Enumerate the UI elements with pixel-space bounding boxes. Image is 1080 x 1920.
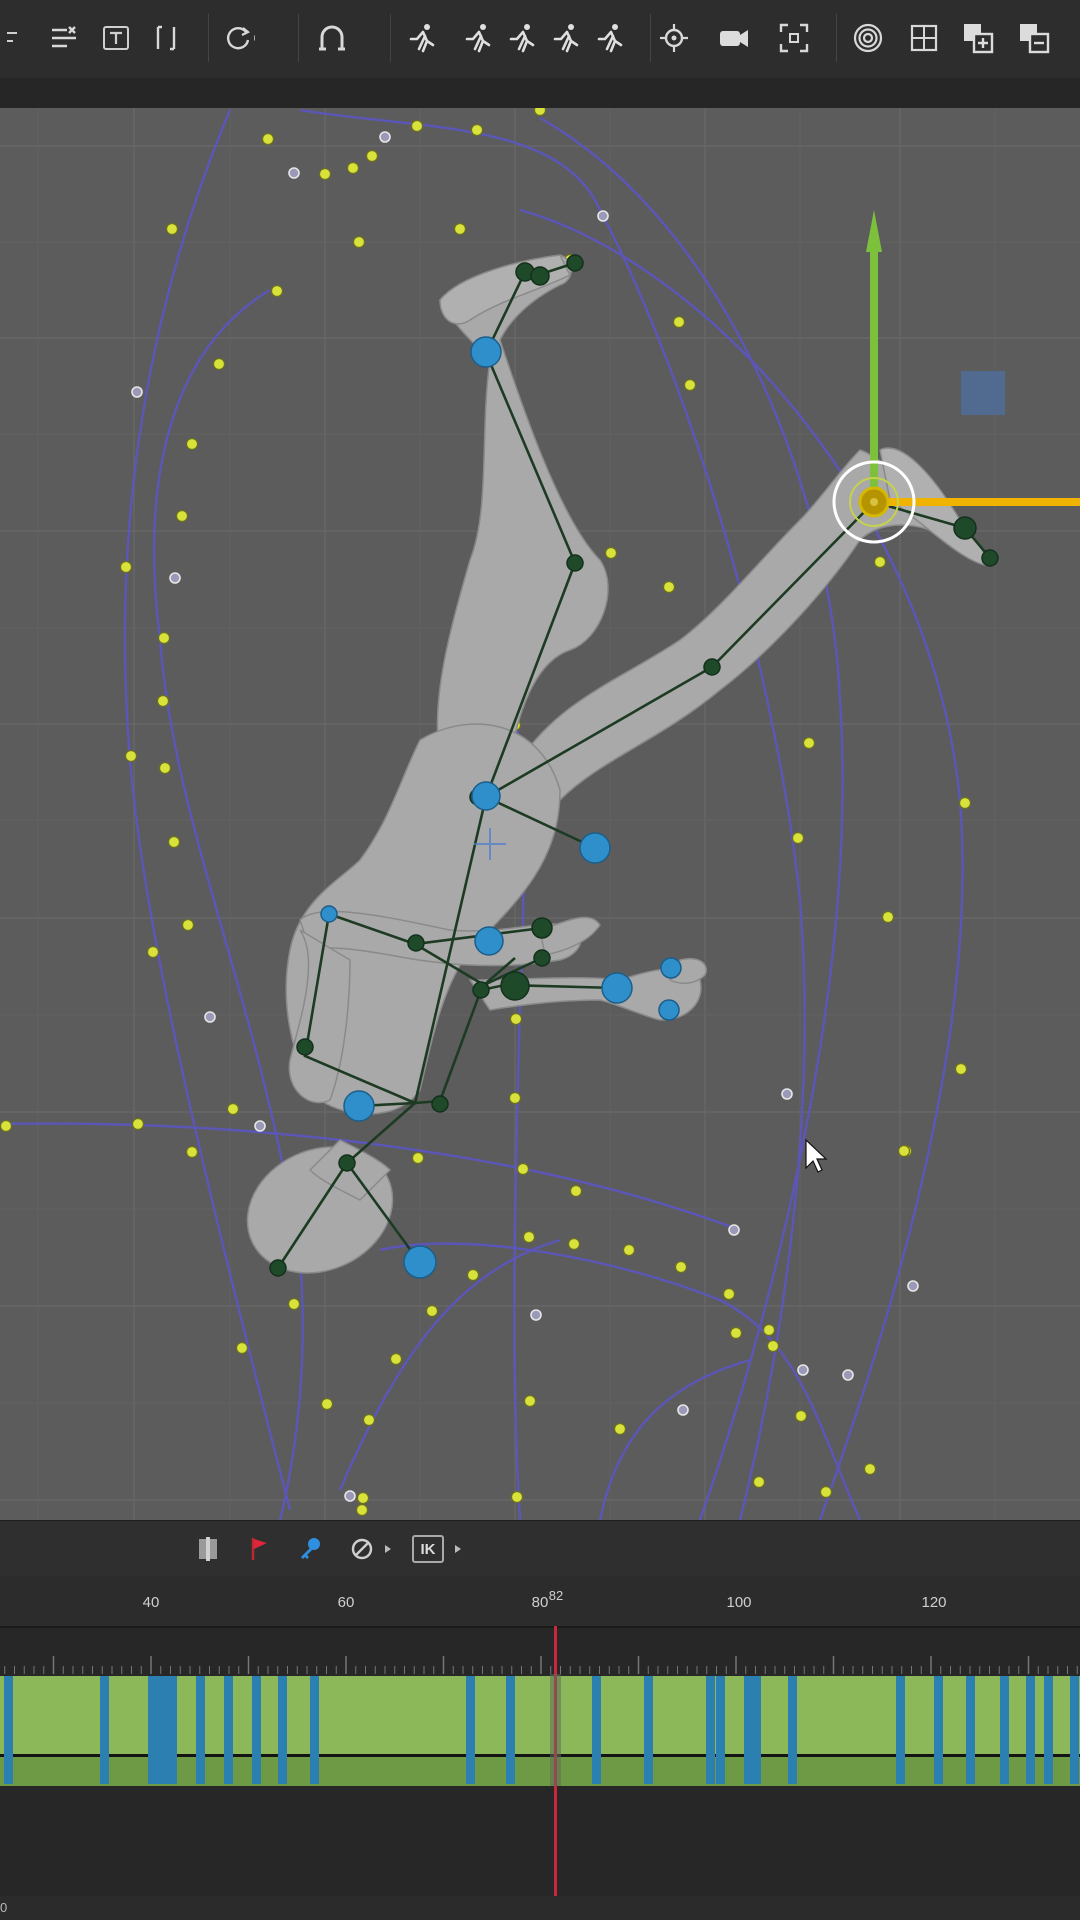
keyframe-bar: [752, 1676, 761, 1784]
keyframe-bar: [100, 1676, 109, 1784]
current-frame-label: 82: [548, 1588, 564, 1603]
key-icon[interactable]: [290, 1529, 330, 1569]
main-toolbar: [0, 0, 1080, 79]
flag-icon[interactable]: [240, 1529, 280, 1569]
grid-icon[interactable]: [904, 17, 944, 59]
timeline-ruler[interactable]: 40 60 80 100 120 82: [0, 1576, 1080, 1626]
keyframe-bar: [592, 1676, 601, 1784]
viewport-scene: [0, 108, 1080, 1520]
status-bar: 0: [0, 1896, 1080, 1920]
keyframe-bar: [1070, 1676, 1079, 1784]
keyframe-bar: [252, 1676, 261, 1784]
keyframe-bar: [644, 1676, 653, 1784]
mouse-cursor-icon: [805, 1138, 828, 1173]
tick-label-120: 120: [921, 1594, 947, 1611]
keyframe-bar: [4, 1676, 13, 1784]
keyframe-bar: [310, 1676, 319, 1784]
bracket-icon[interactable]: [146, 17, 186, 59]
animation-toolbar: IK: [0, 1520, 1080, 1577]
keyframe-bar: [1000, 1676, 1009, 1784]
frame-icon[interactable]: [774, 17, 814, 59]
curve-filter-icon[interactable]: [44, 17, 84, 59]
bookmark-icon[interactable]: [188, 1529, 228, 1569]
tick-label-80: 80: [531, 1594, 549, 1611]
tick-label-40: 40: [142, 1594, 160, 1611]
snap-icon[interactable]: [0, 17, 40, 59]
keyframe-bar: [934, 1676, 943, 1784]
run-pose-2-icon[interactable]: [458, 17, 498, 59]
spiral-icon[interactable]: [848, 17, 888, 59]
rotate-icon[interactable]: [218, 17, 258, 59]
keyframe-bar: [706, 1676, 715, 1784]
transform-gizmo: [832, 210, 1080, 544]
keyframe-bar: [278, 1676, 287, 1784]
timeline-panel[interactable]: 40 60 80 100 120 82: [0, 1576, 1080, 1896]
keyframe-bar: [148, 1676, 157, 1784]
viewport-3d[interactable]: [0, 108, 1080, 1520]
ruler-minor-ticks: [4, 1656, 1078, 1674]
magnet-icon[interactable]: [312, 17, 352, 59]
ik-label: IK: [412, 1535, 444, 1563]
run-pose-4-icon[interactable]: [546, 17, 586, 59]
tick-label-60: 60: [337, 1594, 355, 1611]
target-icon[interactable]: [654, 17, 694, 59]
skeleton-joints: [269, 254, 999, 1277]
tick-label-100: 100: [726, 1594, 752, 1611]
keyframe-bar: [966, 1676, 975, 1784]
timeline-tracks[interactable]: [0, 1626, 1080, 1896]
toolbar-spacer: [0, 78, 1080, 108]
keyframe-bar: [744, 1676, 753, 1784]
text-icon[interactable]: [96, 17, 136, 59]
add-layer-icon[interactable]: [958, 17, 998, 59]
run-pose-3-icon[interactable]: [502, 17, 542, 59]
keyframe-bar: [224, 1676, 233, 1784]
status-left-text: 0: [0, 1900, 8, 1915]
keyframe-bar: [156, 1676, 165, 1784]
keyframe-bar: [196, 1676, 205, 1784]
keyframe-bar: [1026, 1676, 1035, 1784]
keyframe-bar: [896, 1676, 905, 1784]
keyframe-bar: [466, 1676, 475, 1784]
keyframe-bar: [788, 1676, 797, 1784]
keyframe-bar: [1044, 1676, 1053, 1784]
remove-layer-icon[interactable]: [1014, 17, 1054, 59]
dropdown-arrow-icon[interactable]: [378, 1529, 398, 1569]
skeleton-bones: [276, 260, 991, 1269]
run-pose-1-icon[interactable]: [402, 17, 442, 59]
camera-icon[interactable]: [714, 17, 754, 59]
playhead-highlight: [550, 1674, 561, 1786]
keyframe-bar: [506, 1676, 515, 1784]
keyframe-bar: [716, 1676, 725, 1784]
keyframe-bar: [168, 1676, 177, 1784]
ik-toggle-button[interactable]: IK: [410, 1529, 446, 1569]
ik-dropdown-arrow-icon[interactable]: [448, 1529, 468, 1569]
run-pose-5-icon[interactable]: [590, 17, 630, 59]
disable-icon[interactable]: [342, 1529, 382, 1569]
